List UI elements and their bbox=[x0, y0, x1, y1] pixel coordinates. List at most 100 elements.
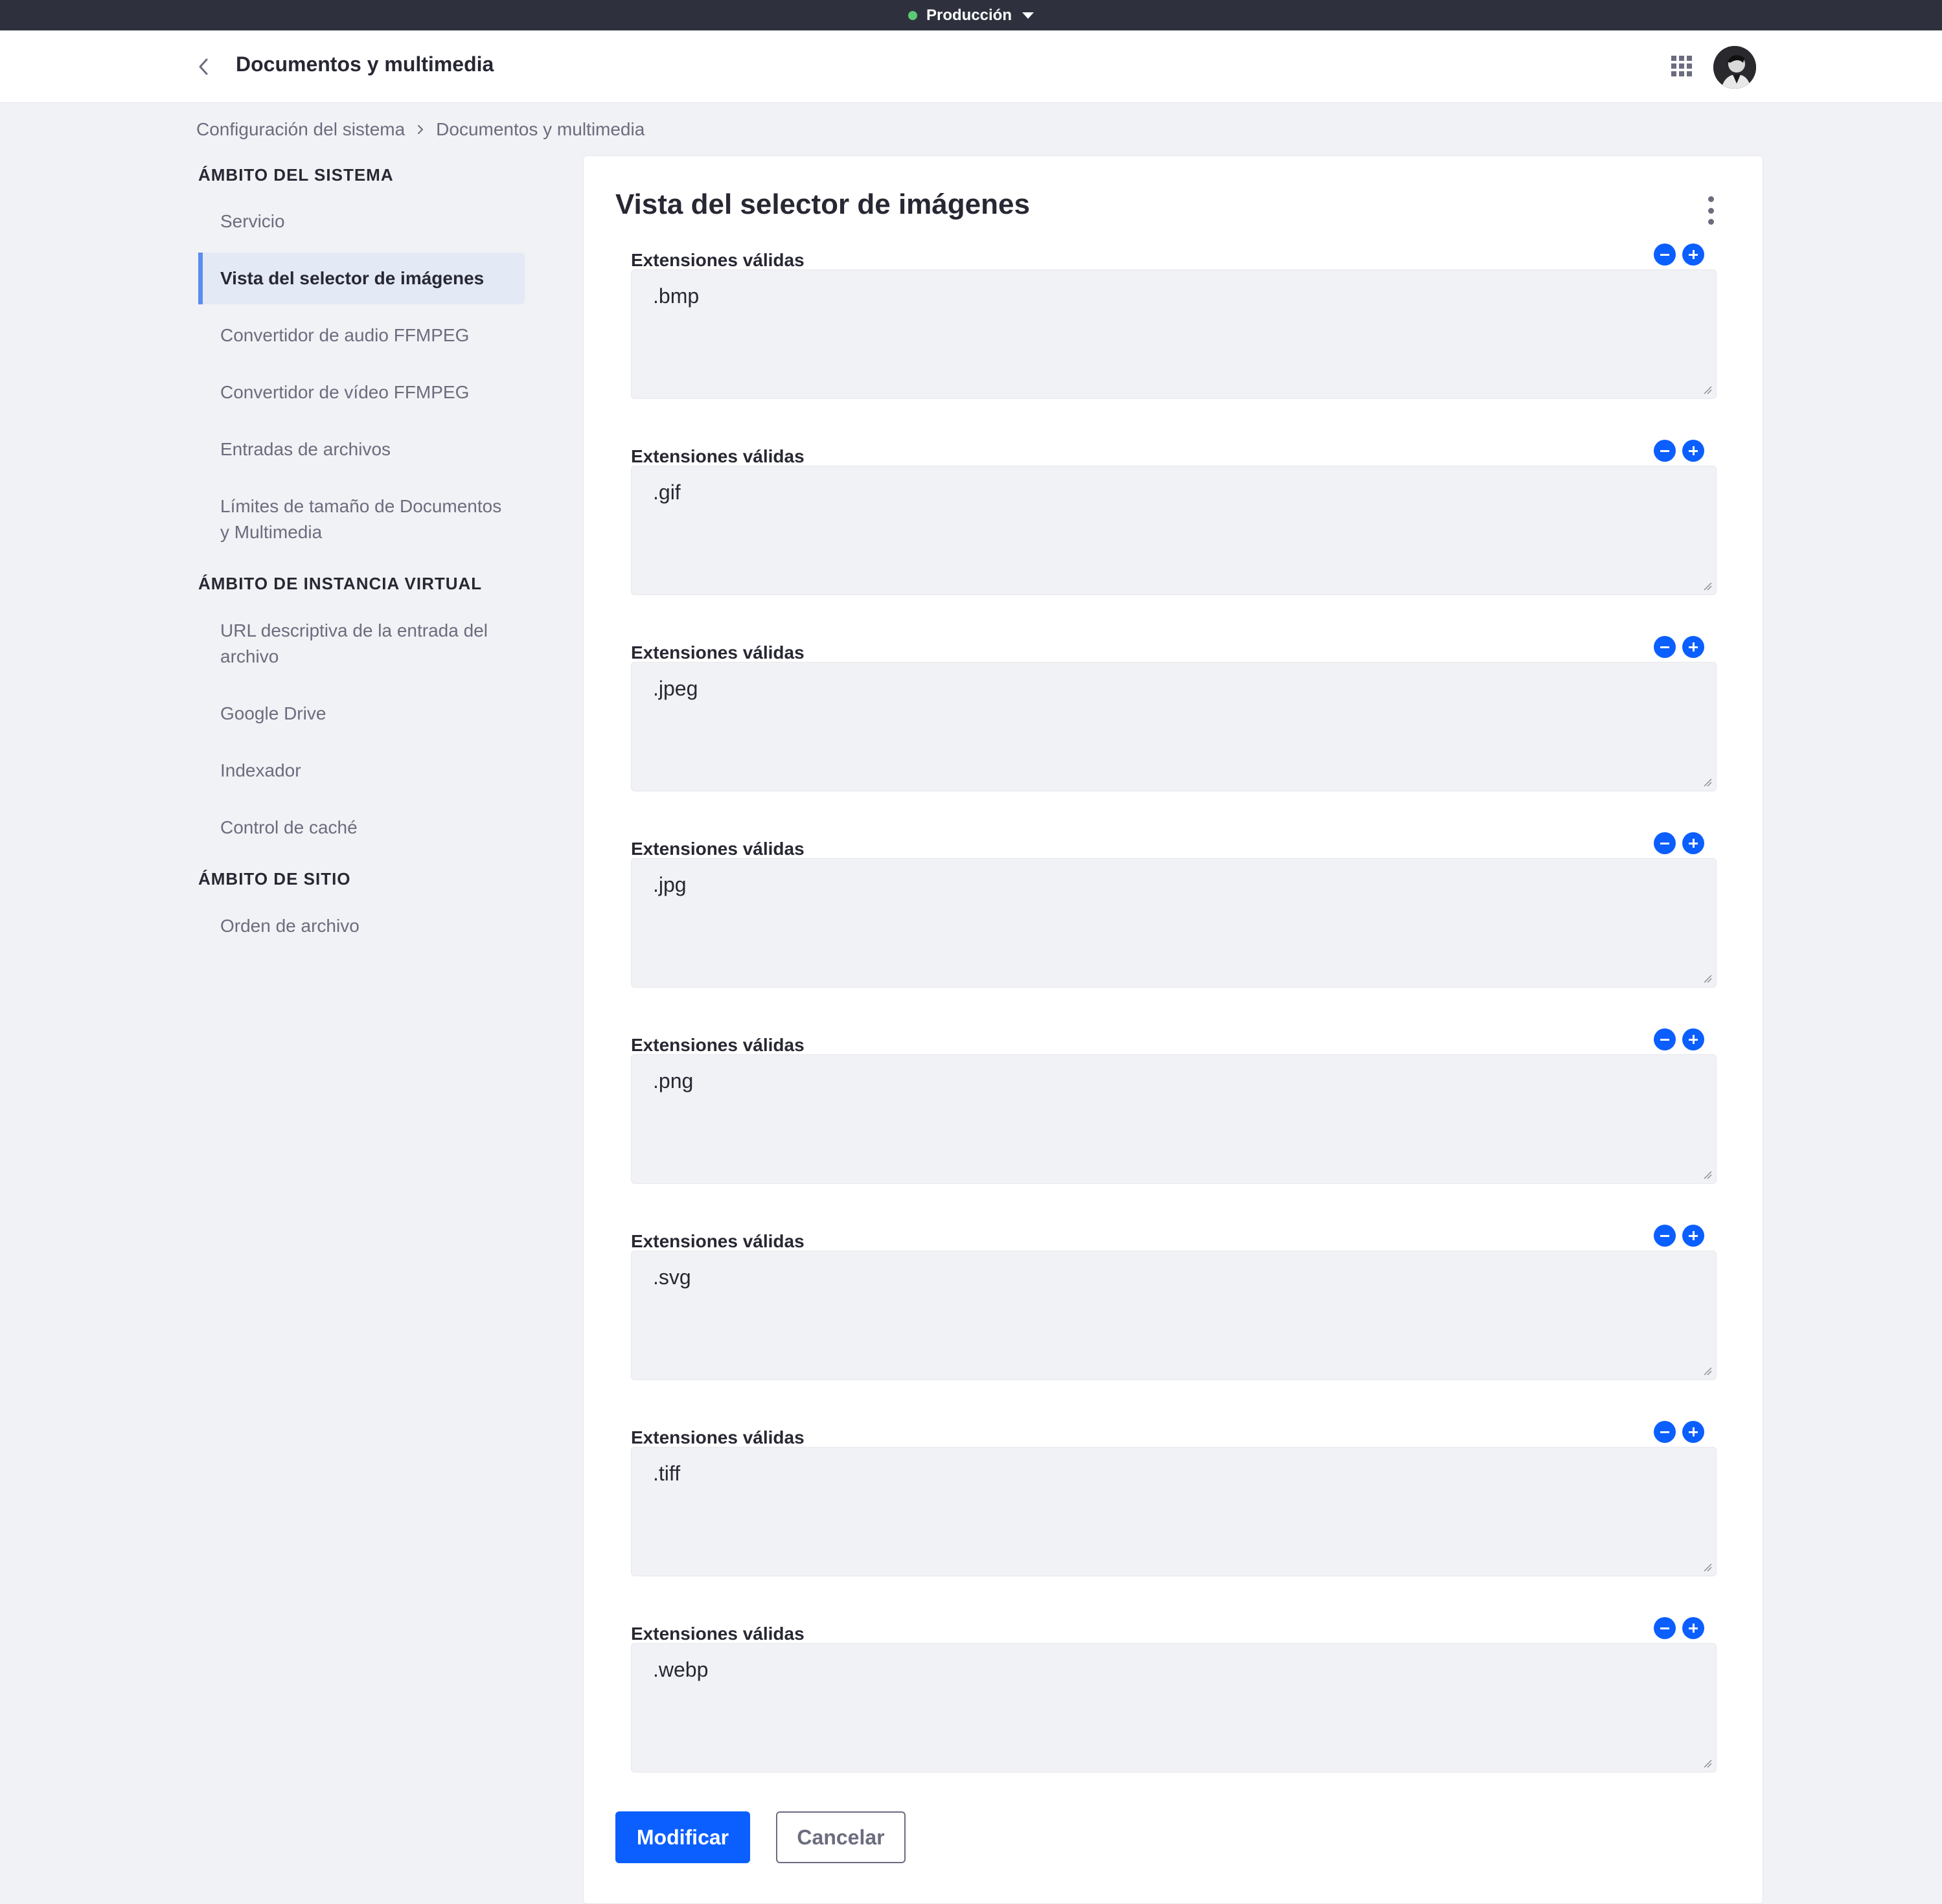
remove-field-button[interactable] bbox=[1654, 244, 1676, 266]
chevron-left-icon bbox=[199, 58, 208, 75]
sidebar-item-friendly-url[interactable]: URL descriptiva de la entrada del archiv… bbox=[198, 618, 525, 670]
remove-field-button[interactable] bbox=[1654, 832, 1676, 854]
plus-icon-vertical bbox=[1692, 1231, 1695, 1240]
sidebar-item-servicio[interactable]: Servicio bbox=[198, 209, 525, 234]
add-field-button[interactable] bbox=[1682, 1617, 1704, 1639]
breadcrumb: Configuración del sistema Documentos y m… bbox=[196, 119, 645, 140]
field-label: Extensiones válidas bbox=[631, 1624, 805, 1644]
extension-input[interactable]: .png bbox=[631, 1054, 1717, 1184]
remove-field-button[interactable] bbox=[1654, 636, 1676, 658]
resize-grip-icon[interactable] bbox=[1703, 582, 1712, 591]
extension-field: Extensiones válidas .bmp bbox=[631, 244, 1717, 399]
sidebar-item-image-selector[interactable]: Vista del selector de imágenes bbox=[198, 253, 525, 304]
sidebar-item-label: Convertidor de vídeo FFMPEG bbox=[220, 382, 470, 402]
extension-value: .tiff bbox=[653, 1462, 681, 1485]
extension-input[interactable]: .jpg bbox=[631, 858, 1717, 988]
sidebar-section-heading: ÁMBITO DE INSTANCIA VIRTUAL bbox=[198, 574, 483, 593]
environment-label: Producción bbox=[926, 6, 1012, 24]
form-title: Vista del selector de imágenes bbox=[615, 188, 1030, 220]
breadcrumb-current: Documentos y multimedia bbox=[436, 119, 645, 139]
extension-value: .webp bbox=[653, 1658, 709, 1681]
kebab-dot-icon bbox=[1708, 207, 1714, 214]
grid-dot-icon bbox=[1679, 56, 1684, 61]
extension-field: Extensiones válidas .tiff bbox=[631, 1421, 1717, 1576]
resize-grip-icon[interactable] bbox=[1703, 974, 1712, 983]
sidebar-item-label: Indexador bbox=[220, 760, 301, 780]
extension-input[interactable]: .webp bbox=[631, 1643, 1717, 1773]
field-label: Extensiones válidas bbox=[631, 446, 805, 466]
caret-down-icon bbox=[1022, 12, 1034, 19]
minus-icon bbox=[1660, 646, 1669, 648]
extension-input[interactable]: .jpeg bbox=[631, 662, 1717, 791]
resize-grip-icon[interactable] bbox=[1703, 385, 1712, 394]
grid-dot-icon bbox=[1671, 63, 1676, 69]
sidebar-item-label: Convertidor de audio FFMPEG bbox=[220, 325, 470, 345]
add-field-button[interactable] bbox=[1682, 1225, 1704, 1247]
extension-value: .jpeg bbox=[653, 677, 698, 700]
apps-grid-button[interactable] bbox=[1670, 54, 1693, 78]
sidebar-item-size-limits[interactable]: Límites de tamaño de Documentos y Multim… bbox=[198, 493, 525, 545]
sidebar-item-video-converter[interactable]: Convertidor de vídeo FFMPEG bbox=[198, 380, 525, 405]
remove-field-button[interactable] bbox=[1654, 1028, 1676, 1050]
extension-input[interactable]: .gif bbox=[631, 466, 1717, 595]
sidebar-item-label: Límites de tamaño de Documentos y Multim… bbox=[220, 496, 502, 542]
add-field-button[interactable] bbox=[1682, 1028, 1704, 1050]
resize-grip-icon[interactable] bbox=[1703, 1563, 1712, 1572]
field-label: Extensiones válidas bbox=[631, 642, 805, 663]
extension-field: Extensiones válidas .jpeg bbox=[631, 636, 1717, 791]
resize-grip-icon[interactable] bbox=[1703, 1170, 1712, 1179]
sidebar-item-indexer[interactable]: Indexador bbox=[198, 758, 525, 784]
sidebar-item-file-entries[interactable]: Entradas de archivos bbox=[198, 436, 525, 462]
field-label: Extensiones válidas bbox=[631, 1035, 805, 1055]
minus-icon bbox=[1660, 1234, 1669, 1237]
sidebar-item-label: Orden de archivo bbox=[220, 916, 360, 936]
extension-input[interactable]: .bmp bbox=[631, 269, 1717, 399]
remove-field-button[interactable] bbox=[1654, 440, 1676, 462]
grid-dot-icon bbox=[1671, 56, 1676, 61]
sidebar-item-file-order[interactable]: Orden de archivo bbox=[198, 913, 525, 939]
add-field-button[interactable] bbox=[1682, 832, 1704, 854]
sidebar-item-label: Vista del selector de imágenes bbox=[220, 268, 485, 288]
sidebar-item-label: URL descriptiva de la entrada del archiv… bbox=[220, 620, 488, 666]
plus-icon-vertical bbox=[1692, 1427, 1695, 1436]
remove-field-button[interactable] bbox=[1654, 1225, 1676, 1247]
extension-input[interactable]: .tiff bbox=[631, 1447, 1717, 1576]
add-field-button[interactable] bbox=[1682, 1421, 1704, 1443]
kebab-dot-icon bbox=[1708, 219, 1714, 225]
submit-button[interactable]: Modificar bbox=[615, 1811, 750, 1863]
sidebar-item-audio-converter[interactable]: Convertidor de audio FFMPEG bbox=[198, 323, 525, 348]
sidebar-item-label: Entradas de archivos bbox=[220, 439, 391, 459]
minus-icon bbox=[1660, 1627, 1669, 1629]
sidebar-item-cache-control[interactable]: Control de caché bbox=[198, 815, 525, 841]
environment-bar[interactable]: Producción bbox=[0, 0, 1942, 30]
sidebar-item-label: Servicio bbox=[220, 211, 285, 231]
minus-icon bbox=[1660, 1431, 1669, 1433]
resize-grip-icon[interactable] bbox=[1703, 1366, 1712, 1376]
extension-input[interactable]: .svg bbox=[631, 1251, 1717, 1380]
extension-field: Extensiones válidas .webp bbox=[631, 1617, 1717, 1773]
add-field-button[interactable] bbox=[1682, 244, 1704, 266]
sidebar-section-heading: ÁMBITO DE SITIO bbox=[198, 869, 351, 889]
resize-grip-icon[interactable] bbox=[1703, 778, 1712, 787]
remove-field-button[interactable] bbox=[1654, 1421, 1676, 1443]
add-field-button[interactable] bbox=[1682, 636, 1704, 658]
sidebar-item-google-drive[interactable]: Google Drive bbox=[198, 701, 525, 727]
minus-icon bbox=[1660, 1038, 1669, 1041]
app-header: Documentos y multimedia bbox=[0, 30, 1942, 103]
user-avatar[interactable] bbox=[1713, 46, 1756, 89]
back-button[interactable] bbox=[192, 55, 215, 78]
field-label: Extensiones válidas bbox=[631, 839, 805, 859]
extension-value: .jpg bbox=[653, 873, 687, 896]
grid-dot-icon bbox=[1671, 71, 1676, 76]
add-field-button[interactable] bbox=[1682, 440, 1704, 462]
sidebar-item-label: Google Drive bbox=[220, 703, 326, 723]
resize-grip-icon[interactable] bbox=[1703, 1759, 1712, 1768]
extension-field: Extensiones válidas .jpg bbox=[631, 832, 1717, 988]
more-options-button[interactable] bbox=[1704, 196, 1717, 225]
extension-value: .bmp bbox=[653, 284, 700, 308]
remove-field-button[interactable] bbox=[1654, 1617, 1676, 1639]
breadcrumb-link-system-settings[interactable]: Configuración del sistema bbox=[196, 119, 405, 140]
cancel-button[interactable]: Cancelar bbox=[776, 1811, 906, 1863]
plus-icon-vertical bbox=[1692, 446, 1695, 455]
chevron-right-icon bbox=[417, 124, 424, 135]
